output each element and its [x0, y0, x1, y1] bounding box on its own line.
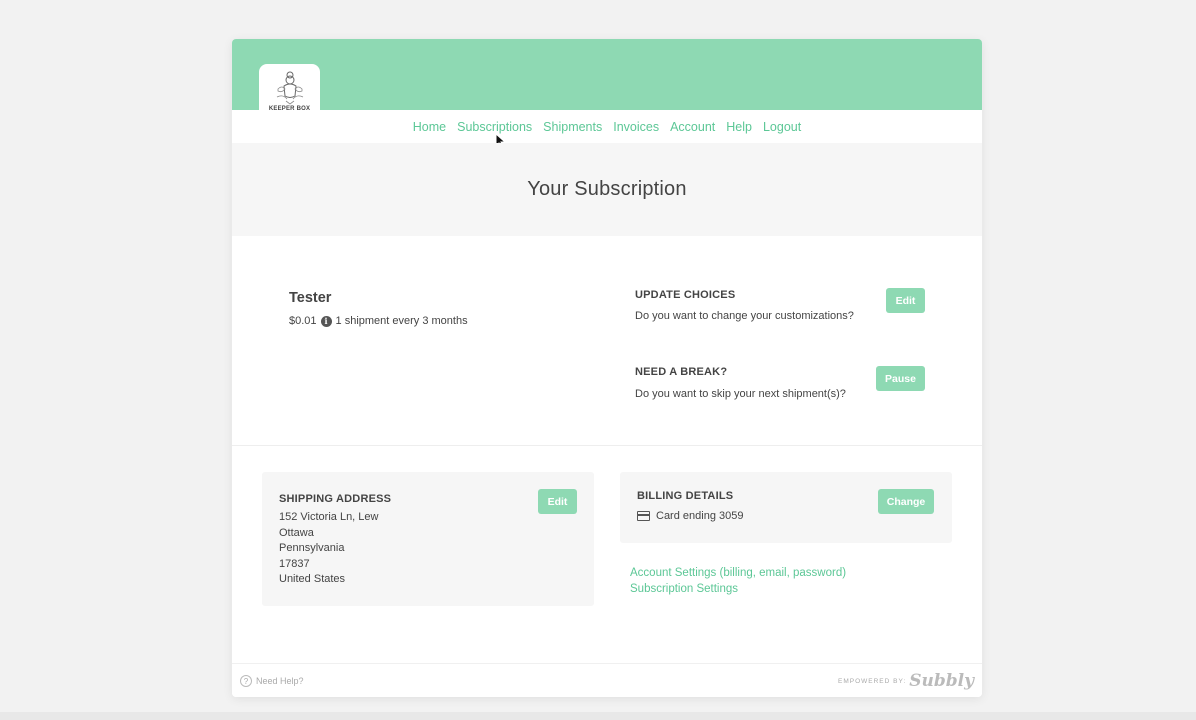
- pause-button[interactable]: Pause: [876, 366, 925, 391]
- nav-invoices[interactable]: Invoices: [613, 120, 659, 134]
- powered-by-label: EMPOWERED BY:: [837, 677, 907, 685]
- update-choices-description: Do you want to change your customization…: [635, 310, 854, 322]
- card-info: Card ending 3059: [637, 510, 743, 522]
- shipping-address-panel: SHIPPING ADDRESS Edit 152 Victoria Ln, L…: [262, 472, 594, 606]
- plan-price: $0.01: [289, 315, 317, 327]
- nav-home[interactable]: Home: [413, 120, 446, 134]
- credit-card-icon: [637, 511, 650, 521]
- plan-frequency: 1 shipment every 3 months: [335, 315, 468, 327]
- question-icon: ?: [240, 675, 252, 687]
- nav-subscriptions[interactable]: Subscriptions: [457, 120, 532, 134]
- address-line-city: Ottawa: [279, 526, 314, 539]
- address-line-zip: 17837: [279, 557, 310, 570]
- account-settings-link[interactable]: Account Settings (billing, email, passwo…: [630, 567, 846, 579]
- need-break-title: NEED A BREAK?: [635, 366, 728, 378]
- subscription-settings-link[interactable]: Subscription Settings: [630, 583, 738, 595]
- page-title-band: Your Subscription: [232, 143, 982, 236]
- need-break-description: Do you want to skip your next shipment(s…: [635, 388, 846, 400]
- edit-shipping-button[interactable]: Edit: [538, 489, 577, 514]
- nav-help[interactable]: Help: [726, 120, 752, 134]
- address-line-street: 152 Victoria Ln, Lew: [279, 511, 379, 523]
- footer: ? Need Help? EMPOWERED BY: Subbly: [232, 663, 982, 697]
- change-billing-button[interactable]: Change: [878, 489, 934, 514]
- main-nav: Home Subscriptions Shipments Invoices Ac…: [232, 110, 982, 143]
- billing-details-title: BILLING DETAILS: [637, 490, 734, 502]
- plan-name: Tester: [289, 290, 332, 306]
- card-ending: Card ending 3059: [656, 510, 744, 522]
- nav-shipments[interactable]: Shipments: [543, 120, 602, 134]
- subbly-logo[interactable]: Subbly: [909, 671, 974, 691]
- nav-logout[interactable]: Logout: [763, 120, 801, 134]
- need-help-label: Need Help?: [256, 676, 304, 686]
- shipping-address-lines: 152 Victoria Ln, Lew Ottawa Pennsylvania…: [279, 510, 378, 588]
- page-bottom-strip: [0, 712, 1196, 720]
- powered-by: EMPOWERED BY: Subbly: [838, 671, 974, 691]
- edit-choices-button[interactable]: Edit: [886, 288, 925, 313]
- header-banner: [232, 39, 982, 110]
- update-choices-title: UPDATE CHOICES: [635, 289, 736, 301]
- plan-detail: $0.01 i 1 shipment every 3 months: [289, 315, 468, 327]
- page-title: Your Subscription: [527, 178, 687, 200]
- nav-account[interactable]: Account: [670, 120, 715, 134]
- portal-card: KEEPER BOX Home Subscriptions Shipments …: [232, 39, 982, 697]
- billing-details-panel: BILLING DETAILS Change Card ending 3059: [620, 472, 952, 543]
- keeper-box-logo-icon: [276, 71, 303, 105]
- shipping-address-title: SHIPPING ADDRESS: [279, 493, 392, 505]
- address-line-state: Pennsylvania: [279, 542, 345, 554]
- need-help-link[interactable]: ? Need Help?: [240, 675, 304, 687]
- section-divider: [232, 445, 982, 446]
- info-icon[interactable]: i: [320, 315, 332, 327]
- address-line-country: United States: [279, 573, 346, 585]
